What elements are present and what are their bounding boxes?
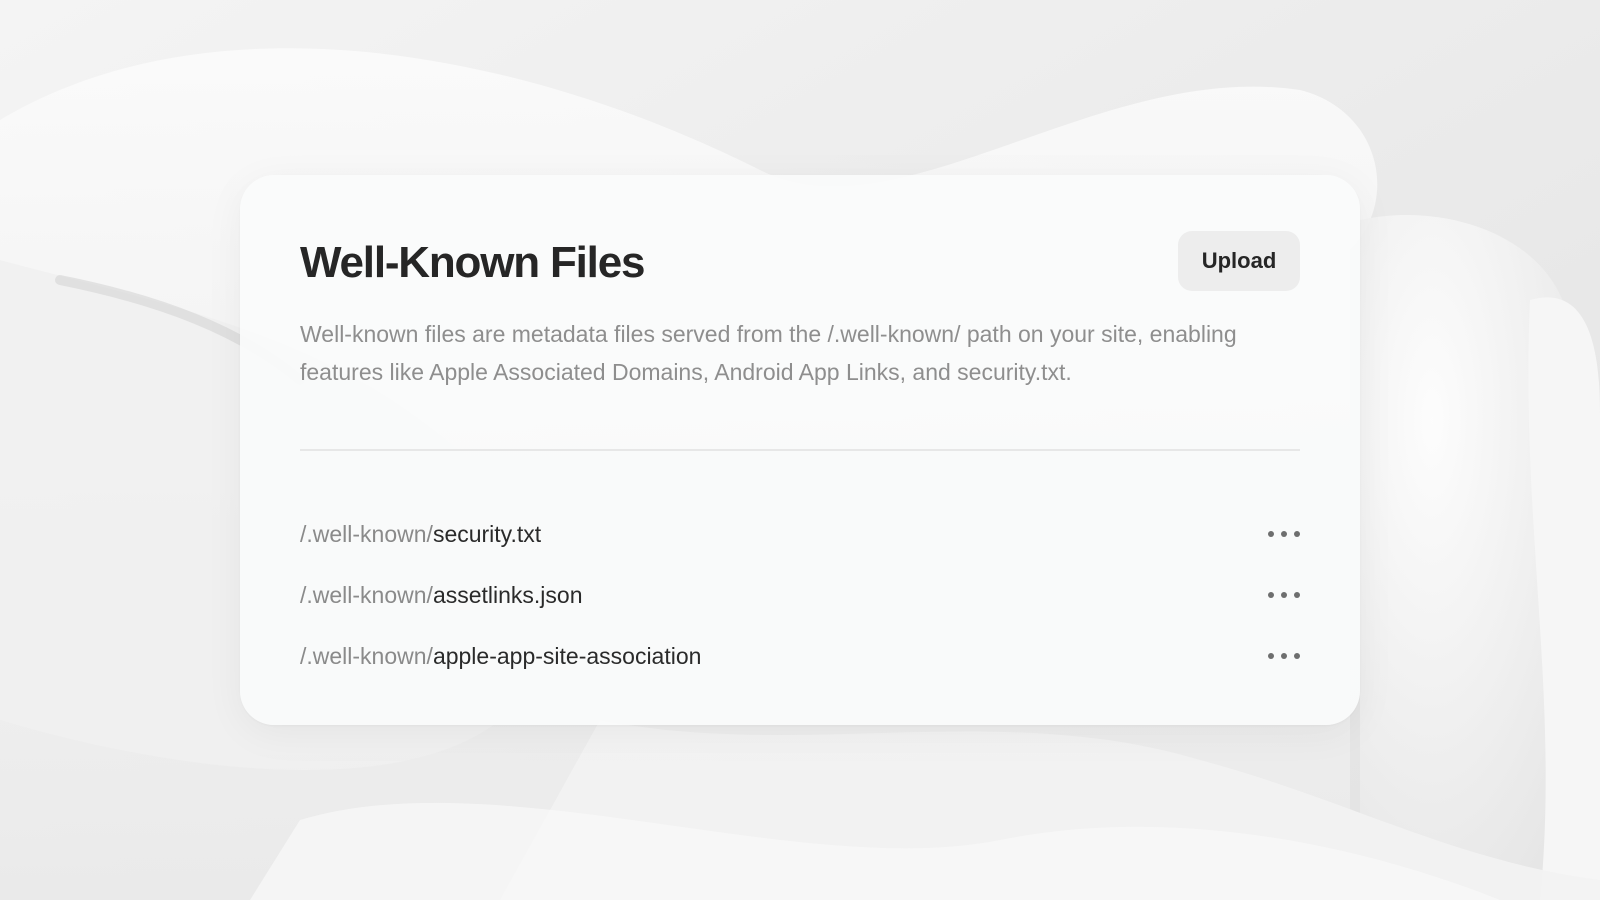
page-title: Well-Known Files [300, 238, 645, 287]
file-name: security.txt [432, 520, 542, 547]
file-row-security-txt[interactable]: /.well-known/security.txt [300, 503, 1300, 564]
dot [1294, 530, 1300, 537]
file-name: apple-app-site-association [432, 642, 702, 669]
dot [1268, 652, 1274, 659]
file-path: /.well-known/security.txt [300, 519, 541, 549]
divider [300, 449, 1300, 451]
dot [1281, 652, 1287, 659]
file-row-apple-app-site-association[interactable]: /.well-known/apple-app-site-association [300, 625, 1300, 686]
dot [1268, 591, 1274, 598]
dot [1294, 591, 1300, 598]
dot [1281, 530, 1287, 537]
file-path-prefix: /.well-known/ [300, 642, 433, 669]
file-path: /.well-known/assetlinks.json [300, 580, 583, 610]
file-path-prefix: /.well-known/ [300, 520, 433, 547]
file-row-assetlinks-json[interactable]: /.well-known/assetlinks.json [300, 564, 1300, 625]
more-horizontal-icon[interactable] [1268, 522, 1300, 546]
card-header: Well-Known Files Upload [300, 231, 1300, 301]
more-horizontal-icon[interactable] [1268, 644, 1300, 668]
card-description: Well-known files are metadata files serv… [300, 321, 1237, 385]
file-list: /.well-known/security.txt /.well-known/a… [300, 503, 1300, 686]
well-known-files-card: Well-Known Files Upload Well-known files… [240, 175, 1360, 725]
dot [1294, 652, 1300, 659]
file-path: /.well-known/apple-app-site-association [300, 641, 701, 671]
dot [1281, 591, 1287, 598]
file-name: assetlinks.json [432, 581, 583, 608]
file-path-prefix: /.well-known/ [300, 581, 433, 608]
more-horizontal-icon[interactable] [1268, 583, 1300, 607]
dot [1268, 530, 1274, 537]
upload-button[interactable]: Upload [1178, 231, 1300, 291]
